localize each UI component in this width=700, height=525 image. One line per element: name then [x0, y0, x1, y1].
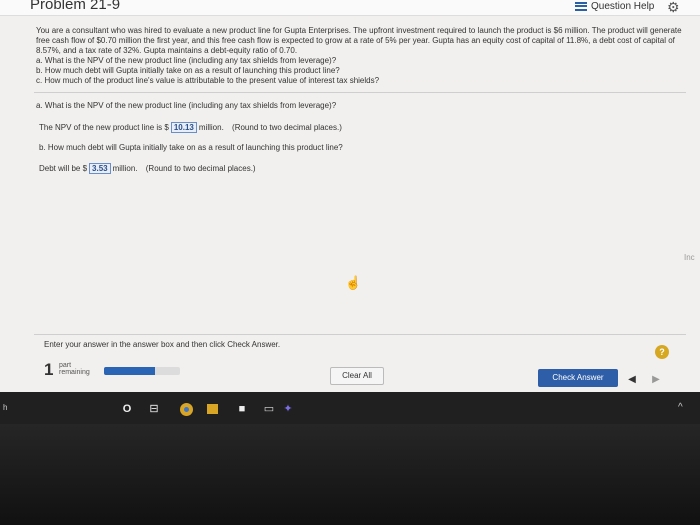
- problem-header: Problem 21-9 Question Help ⚙: [0, 0, 700, 16]
- part-a-hint: (Round to two decimal places.): [232, 123, 342, 132]
- mail-icon[interactable]: ▭: [262, 402, 276, 416]
- progress-bar: [104, 367, 180, 375]
- problem-title: Problem 21-9: [30, 0, 121, 13]
- next-icon[interactable]: ▶: [652, 374, 660, 385]
- problem-statement: You are a consultant who was hired to ev…: [36, 26, 686, 86]
- divider: [34, 92, 686, 93]
- monitor-bezel: [0, 424, 700, 525]
- clear-all-button[interactable]: Clear All: [330, 367, 384, 385]
- part-b-prefix: Debt will be $: [39, 164, 88, 173]
- check-answer-button[interactable]: Check Answer: [538, 369, 618, 387]
- debt-answer-input[interactable]: 3.53: [89, 163, 111, 174]
- part-a-question: a. What is the NPV of the new product li…: [36, 101, 337, 110]
- store-icon[interactable]: ■: [235, 402, 249, 416]
- part-b-hint: (Round to two decimal places.): [145, 164, 256, 173]
- previous-icon[interactable]: ◀: [628, 374, 636, 385]
- chrome-icon[interactable]: [180, 403, 193, 416]
- footer-divider: [34, 334, 686, 335]
- screen: Problem 21-9 Question Help ⚙ You are a c…: [0, 0, 700, 392]
- hand-cursor-icon: ☝: [345, 275, 362, 290]
- question-c: c. How much of the product line's value …: [36, 76, 380, 85]
- progress-fill: [104, 367, 155, 375]
- npv-answer-input[interactable]: 10.13: [170, 122, 197, 133]
- part-a-suffix: million.: [198, 123, 224, 132]
- part-b-answer-row: Debt will be $3.53 million. (Round to two…: [39, 163, 256, 174]
- part-a-answer-row: The NPV of the new product line is $10.1…: [39, 122, 342, 133]
- file-explorer-icon[interactable]: [207, 404, 218, 414]
- help-icon[interactable]: ?: [655, 345, 669, 359]
- gear-icon[interactable]: ⚙: [667, 0, 680, 16]
- parts-remaining-label: part remaining: [59, 362, 90, 376]
- search-icon[interactable]: O: [120, 402, 134, 416]
- question-b: b. How much debt will Gupta initially ta…: [36, 66, 340, 75]
- question-help-button[interactable]: Question Help: [575, 0, 654, 12]
- problem-intro: You are a consultant who was hired to ev…: [36, 26, 682, 55]
- side-note: Inc: [684, 253, 695, 262]
- taskbar-text: h: [3, 403, 8, 412]
- question-nav: ◀ ▶: [620, 372, 668, 386]
- answer-instruction: Enter your answer in the answer box and …: [44, 340, 281, 349]
- task-view-icon[interactable]: ⊟: [147, 402, 161, 416]
- taskbar: h O ⊟ ■ ▭ ✦ ^: [0, 392, 700, 424]
- chevron-up-icon[interactable]: ^: [678, 402, 683, 413]
- parts-word: part: [59, 362, 72, 369]
- part-b-suffix: million.: [112, 164, 138, 173]
- parts-remaining-count: 1: [44, 360, 54, 379]
- question-help-label: Question Help: [591, 0, 655, 12]
- list-icon: [575, 1, 587, 11]
- app-icon[interactable]: ✦: [281, 402, 295, 416]
- part-b-question: b. How much debt will Gupta initially ta…: [39, 143, 343, 152]
- remaining-word: remaining: [59, 369, 90, 376]
- part-a-prefix: The NPV of the new product line is $: [39, 123, 169, 132]
- question-a: a. What is the NPV of the new product li…: [36, 56, 337, 65]
